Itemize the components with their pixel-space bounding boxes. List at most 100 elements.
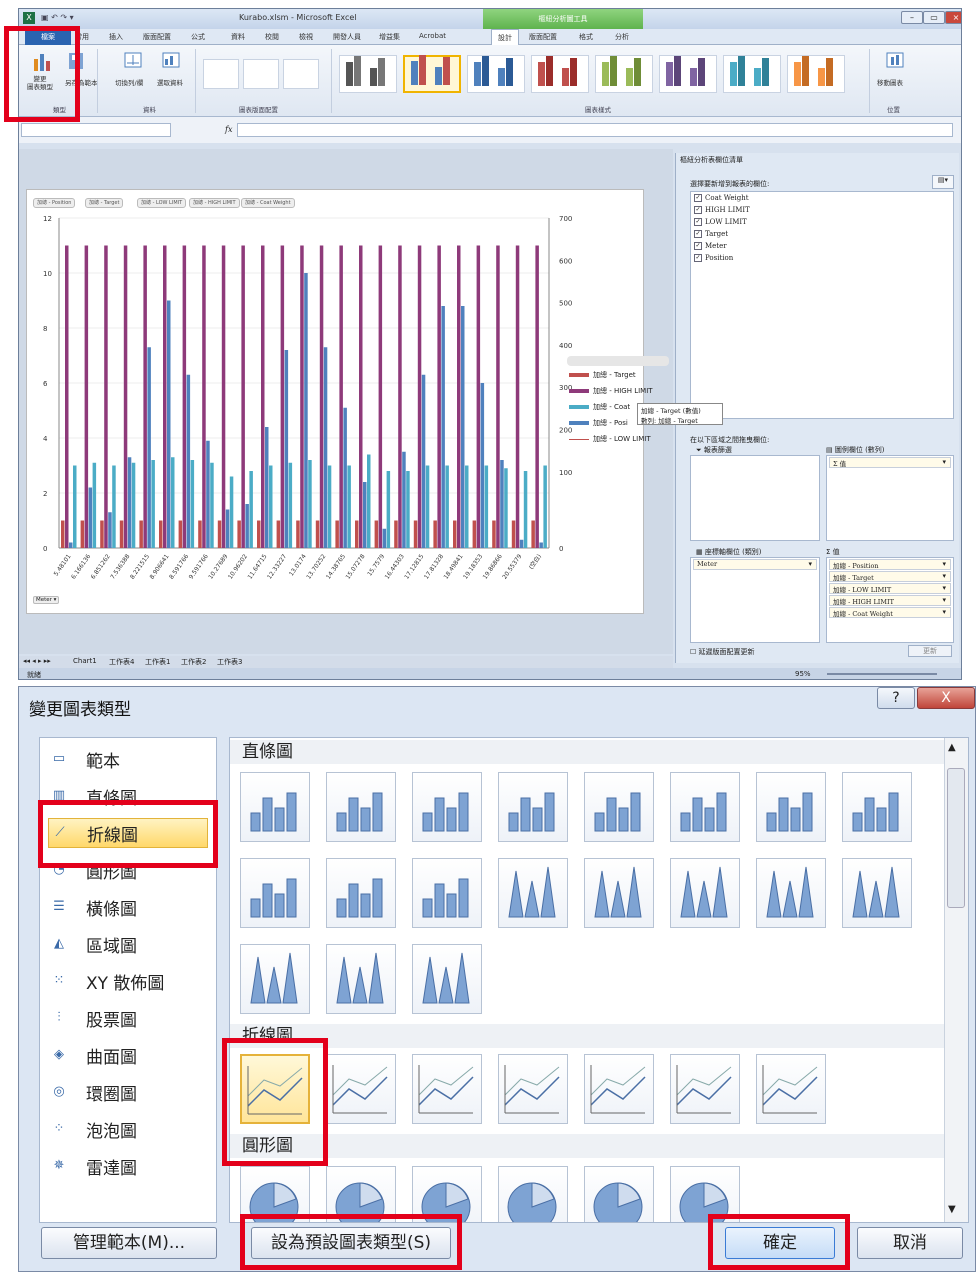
minimize-button[interactable]: –: [901, 11, 923, 24]
ribbon-tab[interactable]: 公式: [191, 32, 205, 42]
chart-subtype-line[interactable]: [670, 1054, 740, 1124]
bar-target[interactable]: [492, 520, 496, 549]
sheet-tab[interactable]: 工作表1: [145, 657, 170, 667]
scroll-thumb[interactable]: [947, 768, 965, 908]
chart-style-thumb[interactable]: [339, 55, 397, 93]
bar-coat[interactable]: [523, 471, 528, 548]
ribbon-tab[interactable]: 開發人員: [333, 32, 361, 42]
bar-target[interactable]: [178, 520, 183, 549]
ribbon-tab[interactable]: 設計: [491, 29, 519, 45]
bar-high[interactable]: [143, 245, 147, 549]
bar-pos[interactable]: [186, 374, 191, 548]
chart-subtype-column[interactable]: [842, 772, 912, 842]
report-filter-area[interactable]: [690, 455, 820, 541]
ribbon-tab[interactable]: 檢視: [299, 32, 313, 42]
bar-pos[interactable]: [500, 460, 504, 548]
bar-high[interactable]: [535, 245, 539, 549]
chart-subtype-line[interactable]: [584, 1054, 654, 1124]
bar-pos[interactable]: [69, 542, 73, 549]
dialog-close-button[interactable]: X: [917, 687, 975, 709]
bar-coat[interactable]: [229, 476, 234, 549]
chart-style-thumb[interactable]: [403, 55, 461, 93]
bar-target[interactable]: [531, 520, 535, 549]
chart-subtype-cone[interactable]: [412, 944, 482, 1014]
manage-templates-button[interactable]: 管理範本(M)...: [41, 1227, 217, 1259]
bar-pos[interactable]: [461, 306, 465, 548]
chart-subtype-cone[interactable]: [842, 858, 912, 928]
bar-high[interactable]: [163, 245, 167, 549]
cancel-button[interactable]: 取消: [857, 1227, 963, 1259]
bar-target[interactable]: [159, 520, 163, 549]
bar-target[interactable]: [198, 520, 202, 549]
scroll-up-icon[interactable]: ▲: [948, 742, 956, 753]
bar-pos[interactable]: [363, 482, 367, 548]
bar-target[interactable]: [335, 520, 339, 549]
bar-pos[interactable]: [108, 512, 112, 548]
category-8[interactable]: ◈ 曲面圖: [48, 1040, 208, 1070]
chart-subtype-line[interactable]: [498, 1054, 568, 1124]
checkbox-icon[interactable]: ✓: [694, 206, 702, 214]
chart-layout-2[interactable]: [243, 59, 279, 89]
bar-high[interactable]: [378, 245, 383, 549]
bar-pos[interactable]: [147, 347, 151, 548]
fx-icon[interactable]: fx: [225, 125, 232, 134]
bar-high[interactable]: [280, 245, 285, 549]
bar-coat[interactable]: [465, 465, 469, 549]
bar-coat[interactable]: [347, 465, 351, 549]
field-checkbox[interactable]: ✓ LOW LIMIT: [691, 216, 953, 228]
sheet-tab[interactable]: 工作表2: [181, 657, 206, 667]
field-checkbox[interactable]: ✓ Meter: [691, 240, 953, 252]
category-11[interactable]: ✵ 雷達圖: [48, 1151, 208, 1181]
ribbon-tab[interactable]: 分析: [615, 32, 629, 42]
bar-coat[interactable]: [210, 462, 214, 548]
bar-high[interactable]: [123, 245, 128, 549]
formula-input[interactable]: [237, 123, 953, 137]
move-chart-icon[interactable]: [885, 51, 905, 71]
close-button[interactable]: ×: [945, 11, 961, 24]
chart-style-thumb[interactable]: [467, 55, 525, 93]
chart-subtype-pie[interactable]: [498, 1166, 568, 1222]
value-field-item[interactable]: 加總 - HIGH LIMIT: [829, 595, 951, 606]
bar-coat[interactable]: [327, 465, 332, 549]
value-field-item[interactable]: 加總 - Target: [829, 571, 951, 582]
chart-subtype-column[interactable]: [670, 772, 740, 842]
chart-subtype-line[interactable]: [326, 1054, 396, 1124]
category-10[interactable]: ⁘ 泡泡圖: [48, 1114, 208, 1144]
axis-field-meter[interactable]: Meter: [693, 559, 817, 570]
chart-subtype-column[interactable]: [326, 858, 396, 928]
ribbon-tab[interactable]: 格式: [579, 32, 593, 42]
gallery-scrollbar[interactable]: ▲ ▼: [944, 738, 968, 1222]
bar-target[interactable]: [61, 520, 65, 549]
value-field-item[interactable]: 加總 - Position: [829, 559, 951, 570]
checkbox-icon[interactable]: ✓: [694, 230, 702, 238]
bar-high[interactable]: [84, 245, 89, 549]
bar-high[interactable]: [104, 245, 108, 549]
bar-coat[interactable]: [131, 462, 136, 548]
chart-subtype-cone[interactable]: [498, 858, 568, 928]
bar-pos[interactable]: [519, 539, 524, 548]
bar-pos[interactable]: [284, 350, 289, 548]
update-button[interactable]: 更新: [908, 645, 952, 657]
bar-target[interactable]: [394, 520, 398, 549]
bar-target[interactable]: [374, 520, 379, 549]
ribbon-tab[interactable]: 資料: [231, 32, 245, 42]
sheet-tab[interactable]: Chart1: [73, 657, 97, 665]
bar-pos[interactable]: [225, 509, 230, 549]
chart-style-thumb[interactable]: [531, 55, 589, 93]
legend-field-values[interactable]: Σ 值: [829, 457, 951, 468]
chart-subtype-cone[interactable]: [756, 858, 826, 928]
chart-layout-3[interactable]: [283, 59, 319, 89]
field-checkbox[interactable]: ✓ Coat Weight: [691, 192, 953, 204]
bar-coat[interactable]: [73, 465, 77, 549]
bar-pos[interactable]: [539, 542, 543, 549]
switch-row-column-icon[interactable]: [123, 51, 143, 71]
bar-high[interactable]: [202, 245, 206, 549]
ribbon-tab[interactable]: 版面配置: [529, 32, 557, 42]
bar-coat[interactable]: [425, 465, 430, 549]
bar-coat[interactable]: [151, 460, 155, 548]
maximize-button[interactable]: ▭: [923, 11, 945, 24]
chart-subtype-line[interactable]: [412, 1054, 482, 1124]
bar-target[interactable]: [217, 520, 222, 549]
chart-subtype-column[interactable]: [240, 772, 310, 842]
bar-target[interactable]: [80, 520, 85, 549]
